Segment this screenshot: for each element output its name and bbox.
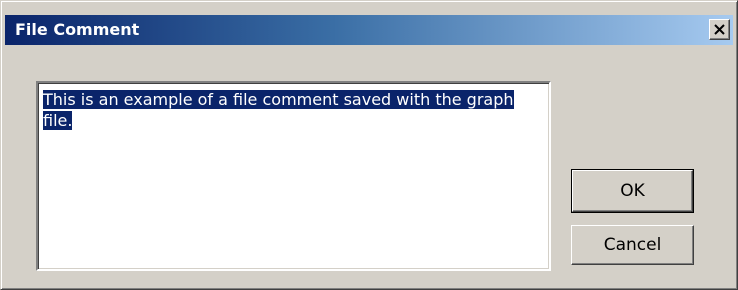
ok-button[interactable]: OK [571,169,694,213]
close-button[interactable] [709,19,730,40]
cancel-button[interactable]: Cancel [571,225,694,265]
comment-textarea[interactable]: This is an example of a file comment sav… [36,81,551,271]
title-bar[interactable]: File Comment [5,15,733,45]
comment-text: This is an example of a file comment sav… [43,90,514,130]
file-comment-dialog: File Comment This is an example of a fil… [0,0,738,290]
dialog-title: File Comment [15,20,140,39]
ok-button-label: OK [572,170,693,212]
close-icon [714,24,725,35]
